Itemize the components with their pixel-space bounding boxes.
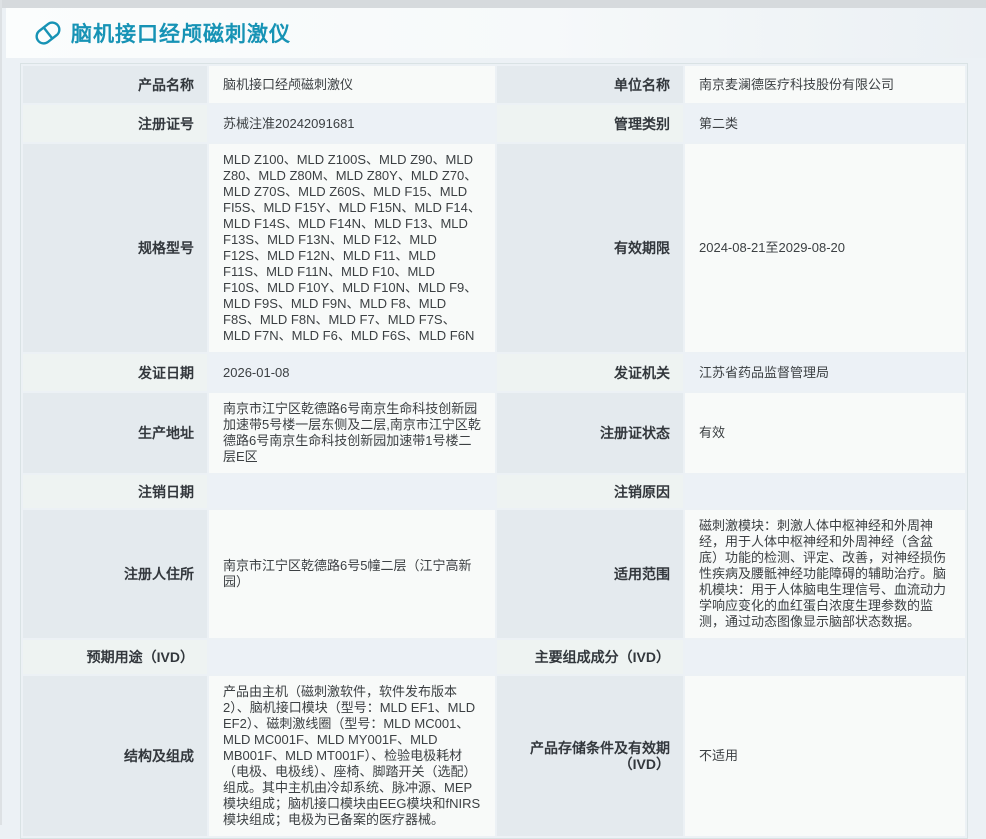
field-label: 发证机关 xyxy=(497,354,683,391)
field-value xyxy=(685,640,965,674)
table-row: 产品名称脑机接口经颅磁刺激仪单位名称南京麦澜德医疗科技股份有限公司 xyxy=(23,66,965,103)
table-row: 结构及组成产品由主机（磁刺激软件，软件发布版本2）、脑机接口模块（型号：MLD … xyxy=(23,676,965,836)
field-value: 脑机接口经颅磁刺激仪 xyxy=(209,66,495,103)
registration-info-table-wrap: 产品名称脑机接口经颅磁刺激仪单位名称南京麦澜德医疗科技股份有限公司注册证号苏械注… xyxy=(20,63,966,839)
field-label: 注册证号 xyxy=(23,105,207,142)
capsule-icon xyxy=(33,18,63,48)
table-row: 注册人住所南京市江宁区乾德路6号5幢二层（江宁高新园）适用范围磁刺激模块：刺激人… xyxy=(23,510,965,638)
field-label: 预期用途（IVD） xyxy=(23,640,207,674)
field-value: 江苏省药品监督管理局 xyxy=(685,354,965,391)
field-value: MLD Z100、MLD Z100S、MLD Z90、MLD Z80、MLD Z… xyxy=(209,144,495,352)
table-row: 注册证号苏械注准20242091681管理类别第二类 xyxy=(23,105,965,142)
field-value: 2024-08-21至2029-08-20 xyxy=(685,144,965,352)
field-value: 2026-01-08 xyxy=(209,354,495,391)
field-value: 磁刺激模块：刺激人体中枢神经和外周神经，用于人体中枢神经和外周神经（含盆底）功能… xyxy=(685,510,965,638)
page-header: 脑机接口经颅磁刺激仪 xyxy=(6,8,986,58)
field-label: 产品存储条件及有效期（IVD） xyxy=(497,676,683,836)
table-row: 规格型号MLD Z100、MLD Z100S、MLD Z90、MLD Z80、M… xyxy=(23,144,965,352)
field-label: 单位名称 xyxy=(497,66,683,103)
field-label: 有效期限 xyxy=(497,144,683,352)
field-label: 产品名称 xyxy=(23,66,207,103)
field-value: 南京麦澜德医疗科技股份有限公司 xyxy=(685,66,965,103)
registration-info-table: 产品名称脑机接口经颅磁刺激仪单位名称南京麦澜德医疗科技股份有限公司注册证号苏械注… xyxy=(20,63,968,839)
field-value: 南京市江宁区乾德路6号南京生命科技创新园加速带5号楼一层东侧及二层,南京市江宁区… xyxy=(209,393,495,473)
table-row: 注销日期 注销原因 xyxy=(23,475,965,508)
field-label: 生产地址 xyxy=(23,393,207,473)
table-row: 生产地址南京市江宁区乾德路6号南京生命科技创新园加速带5号楼一层东侧及二层,南京… xyxy=(23,393,965,473)
table-row: 发证日期2026-01-08发证机关江苏省药品监督管理局 xyxy=(23,354,965,391)
field-value: 南京市江宁区乾德路6号5幢二层（江宁高新园） xyxy=(209,510,495,638)
field-value: 产品由主机（磁刺激软件，软件发布版本2）、脑机接口模块（型号：MLD EF1、M… xyxy=(209,676,495,836)
left-edge xyxy=(0,0,2,825)
field-label: 规格型号 xyxy=(23,144,207,352)
field-label: 注销日期 xyxy=(23,475,207,508)
field-value: 不适用 xyxy=(685,676,965,836)
field-label: 结构及组成 xyxy=(23,676,207,836)
field-label: 注销原因 xyxy=(497,475,683,508)
field-label: 主要组成成分（IVD） xyxy=(497,640,683,674)
field-value: 苏械注准20242091681 xyxy=(209,105,495,142)
table-row: 预期用途（IVD） 主要组成成分（IVD） xyxy=(23,640,965,674)
field-value: 第二类 xyxy=(685,105,965,142)
field-value xyxy=(209,640,495,674)
field-label: 注册人住所 xyxy=(23,510,207,638)
field-value xyxy=(209,475,495,508)
field-label: 注册证状态 xyxy=(497,393,683,473)
field-label: 发证日期 xyxy=(23,354,207,391)
field-label: 管理类别 xyxy=(497,105,683,142)
field-label: 适用范围 xyxy=(497,510,683,638)
field-value xyxy=(685,475,965,508)
page-title: 脑机接口经颅磁刺激仪 xyxy=(71,18,291,48)
field-value: 有效 xyxy=(685,393,965,473)
top-strip xyxy=(0,0,986,8)
